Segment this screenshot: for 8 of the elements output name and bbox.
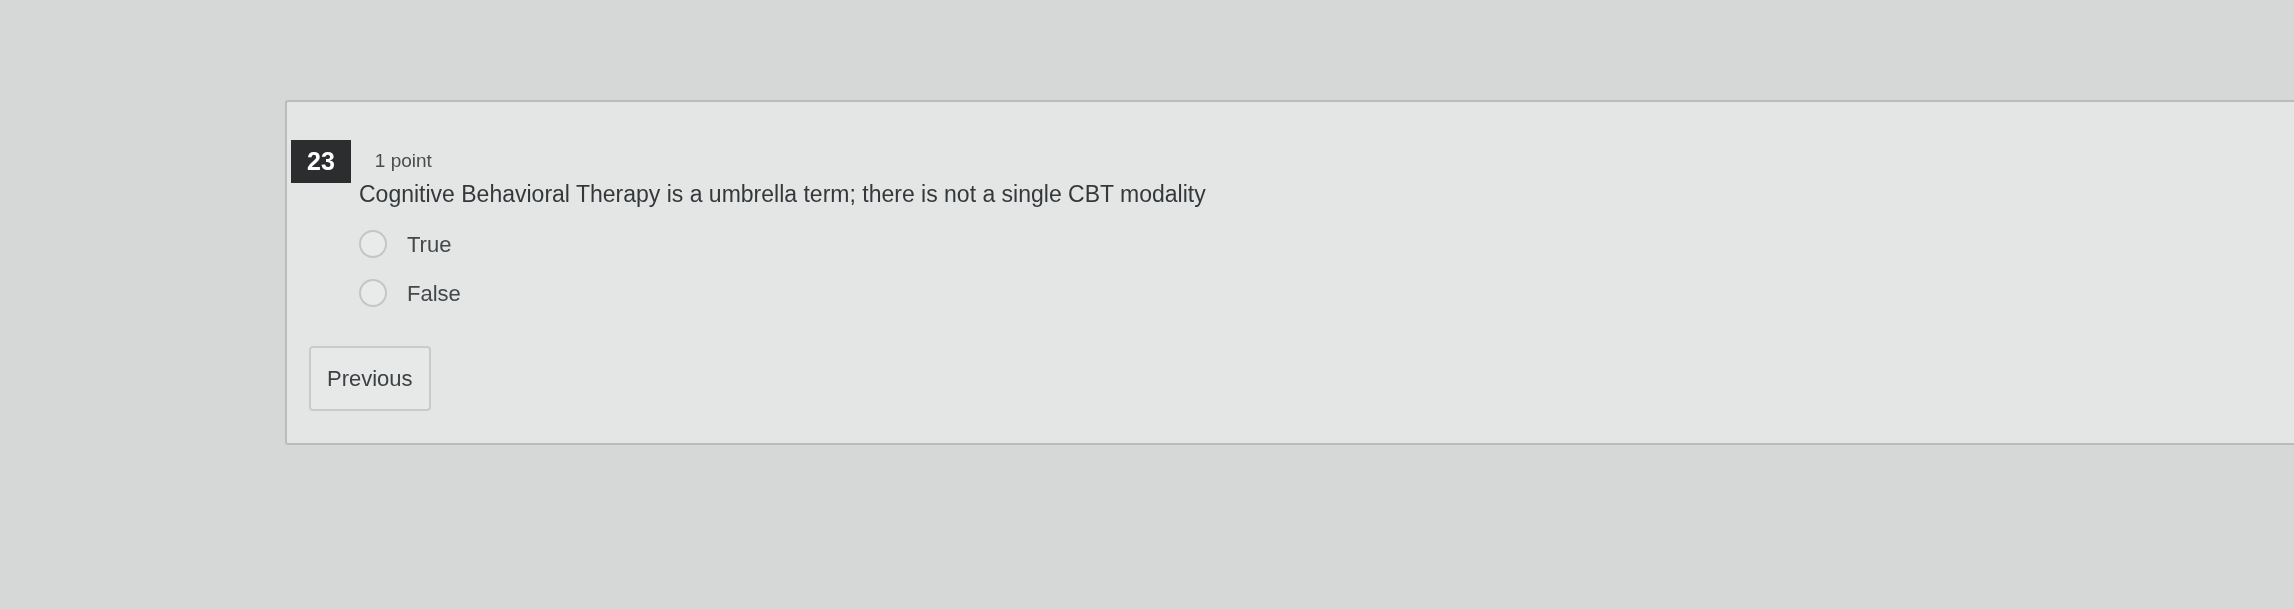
- radio-button[interactable]: [359, 279, 387, 308]
- option-label[interactable]: False: [407, 276, 461, 310]
- previous-button[interactable]: Previous: [309, 345, 431, 411]
- points-label: 1 point: [374, 149, 432, 174]
- option-label[interactable]: True: [407, 227, 452, 261]
- question-number: 23: [291, 140, 351, 184]
- question-text: Cognitive Behavioral Therapy is a umbrella term; there is not a single CBT modality: [359, 180, 1207, 210]
- radio-button[interactable]: [359, 230, 387, 259]
